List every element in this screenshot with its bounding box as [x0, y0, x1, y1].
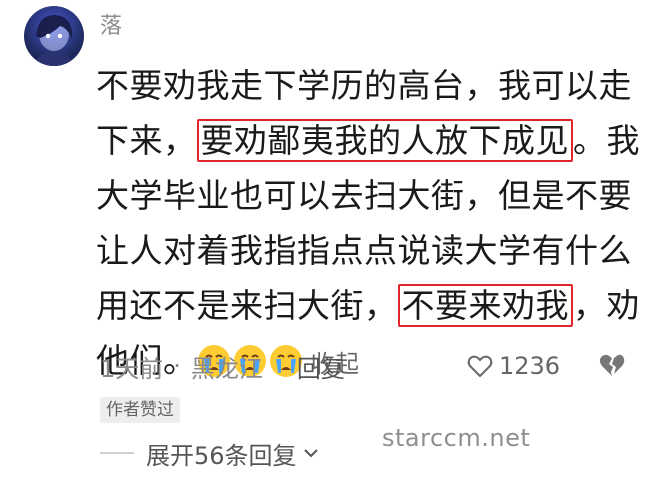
- expand-replies-label: 展开56条回复: [146, 441, 297, 470]
- comment-line-2: 下来， 要劝鄙夷我的人放下成见 。我: [96, 119, 640, 162]
- comment-line-1: 不要劝我走下学历的高台，我可以走: [96, 66, 632, 105]
- author-liked-badge: 作者赞过: [100, 397, 180, 423]
- expand-replies-button[interactable]: 展开56条回复: [100, 436, 319, 470]
- comment-time: 1天前: [100, 354, 164, 383]
- comment-line-4: 让人对着我指指点点说读大学有什么: [96, 231, 632, 270]
- username[interactable]: 落: [100, 14, 122, 40]
- highlighted-phrase: 要劝鄙夷我的人放下成见: [196, 119, 573, 162]
- reply-button[interactable]: 回复: [297, 349, 345, 384]
- chevron-down-icon: [303, 449, 318, 458]
- comment-meta: 1天前 · 黑龙江 回复: [100, 346, 345, 386]
- comment-location: 黑龙江: [190, 354, 263, 383]
- like-count: 1236: [499, 352, 561, 380]
- divider-line: [100, 452, 134, 454]
- comment-line-3: 大学毕业也可以去扫大街，但是不要: [96, 176, 632, 215]
- highlighted-phrase: 不要来劝我: [397, 284, 573, 327]
- watermark: starccm.net: [382, 424, 531, 452]
- like-button[interactable]: 1236: [467, 346, 560, 386]
- heart-icon: [467, 355, 493, 378]
- avatar[interactable]: [24, 6, 84, 66]
- comment-text: 不要劝我走下学历的高台，我可以走 下来， 要劝鄙夷我的人放下成见 。我 大学毕业也可…: [96, 58, 640, 388]
- broken-heart-icon[interactable]: [598, 350, 626, 380]
- comment-line-5: 用还不是来扫大街， 不要来劝我 ，劝: [96, 284, 640, 327]
- meta-separator: ·: [173, 352, 181, 380]
